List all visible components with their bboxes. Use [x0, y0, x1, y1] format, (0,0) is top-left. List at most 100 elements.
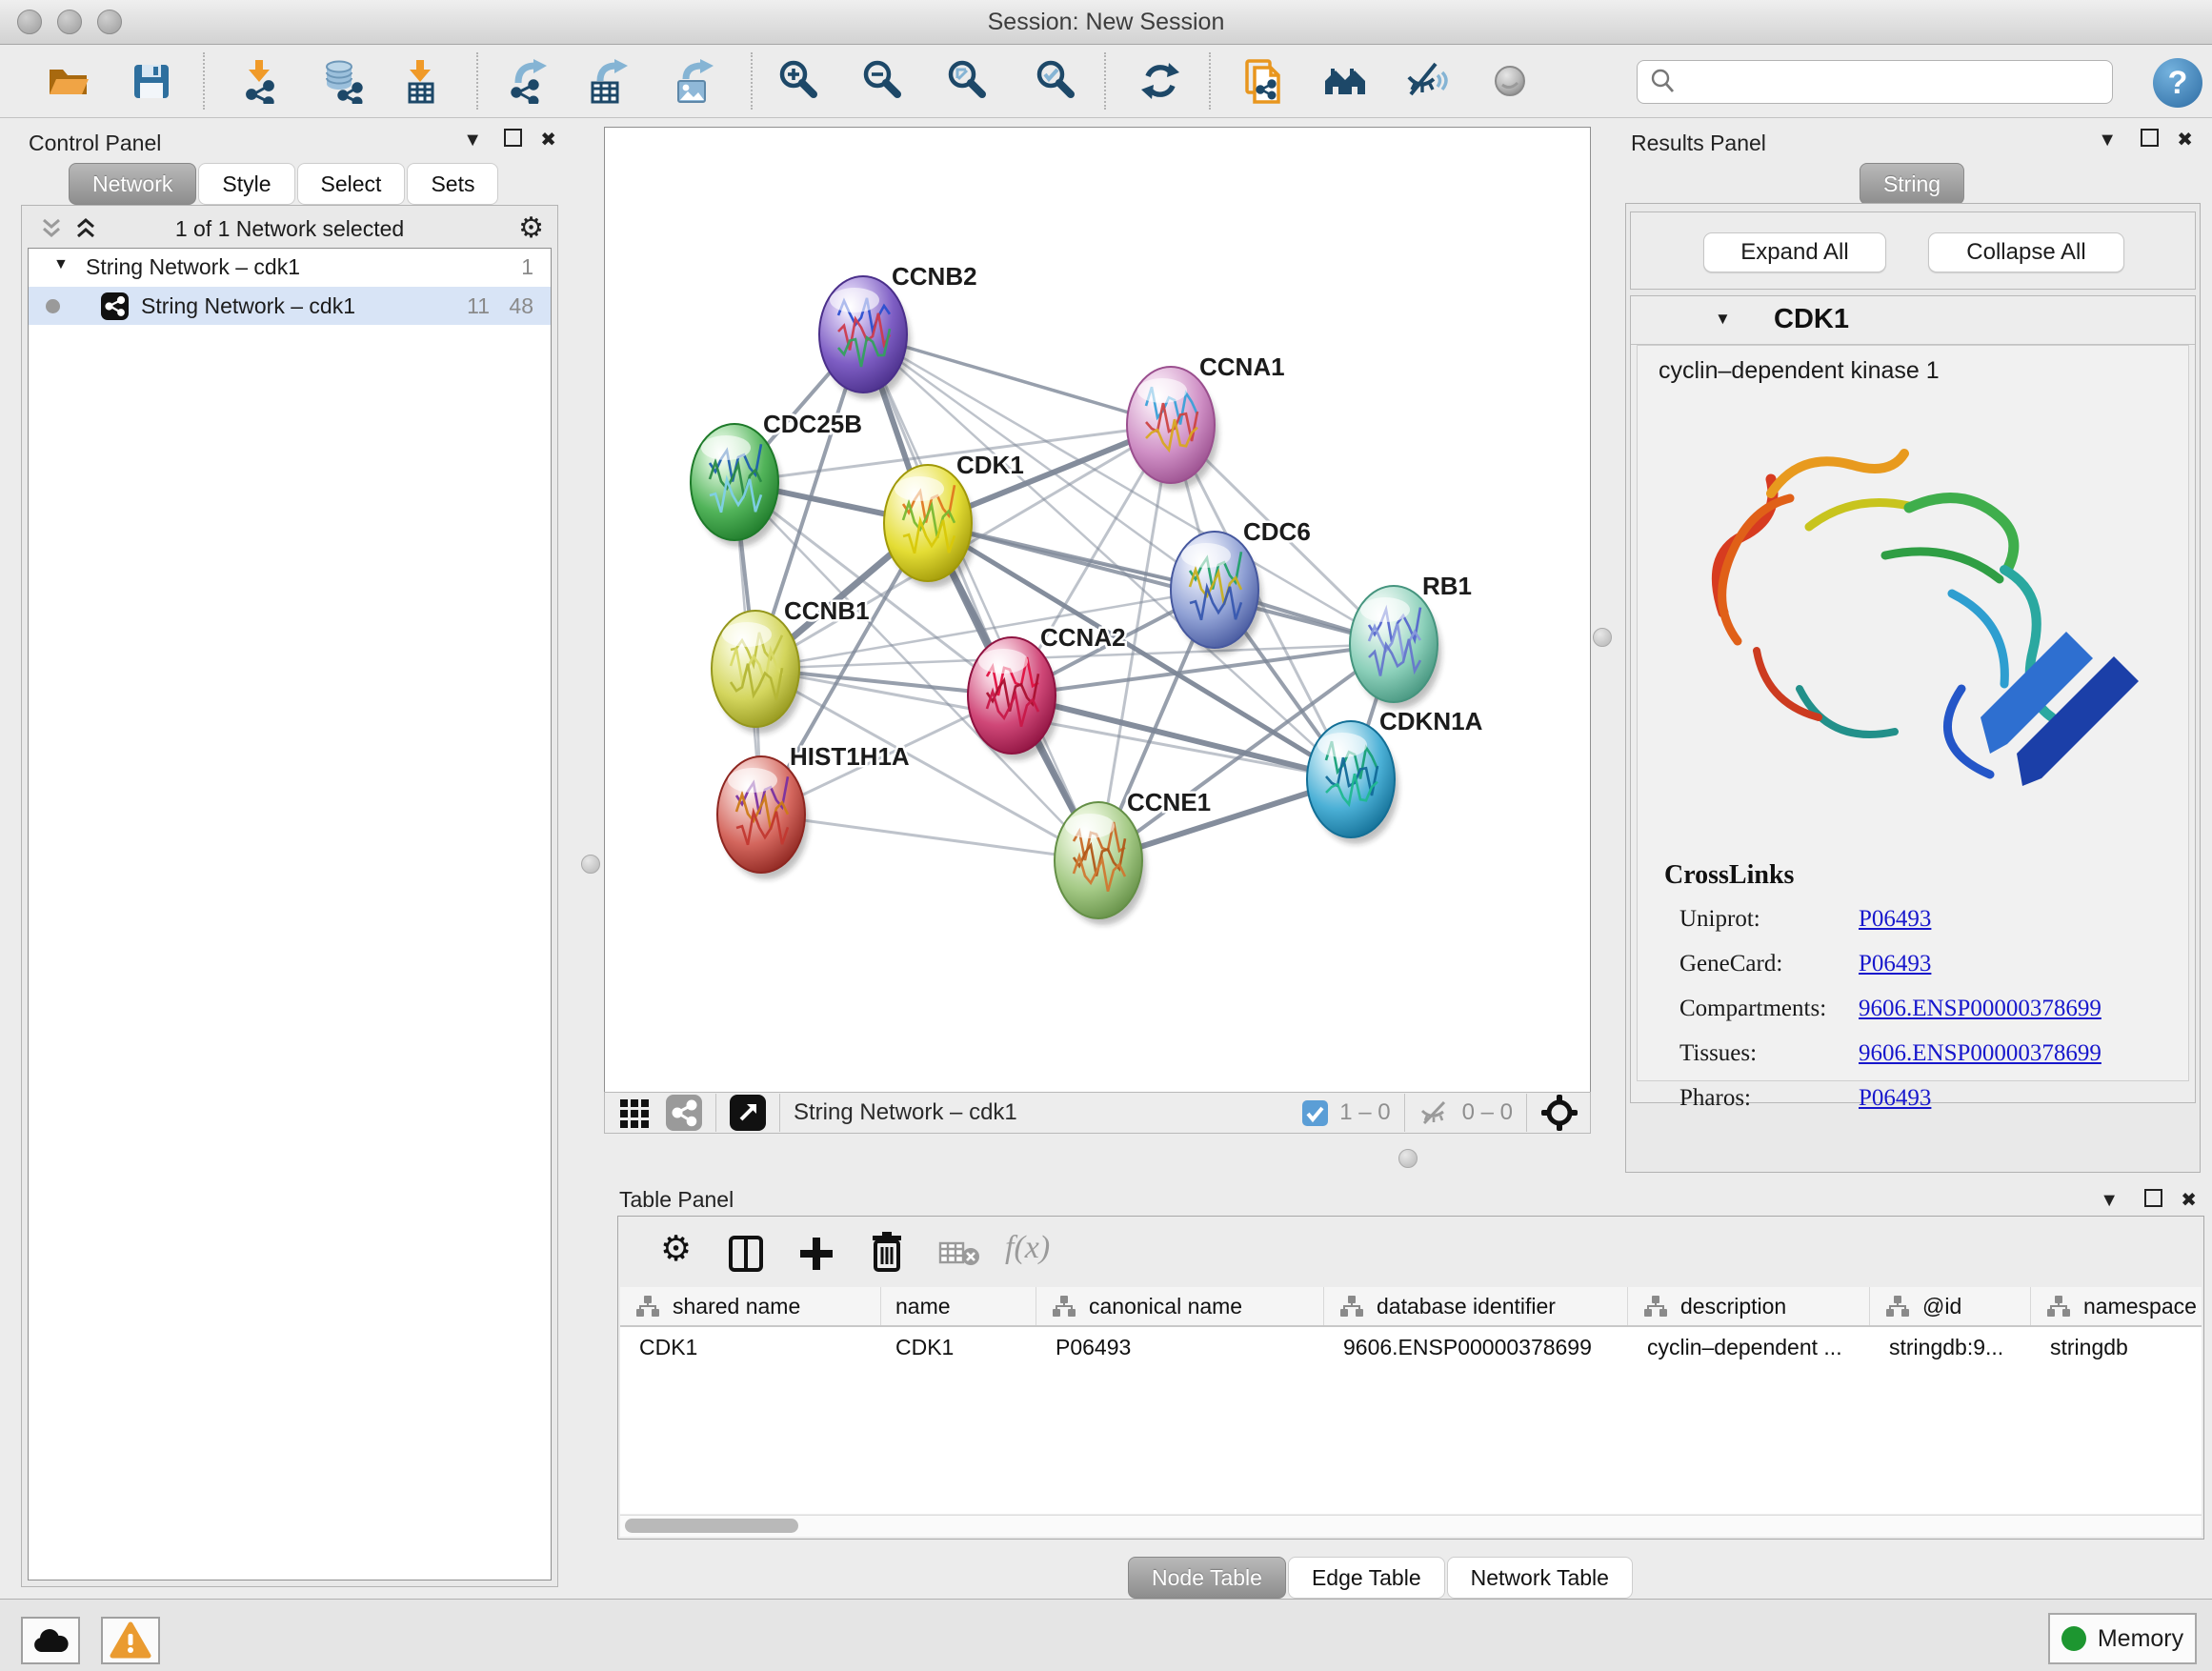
table-panel-title: Table Panel — [619, 1187, 734, 1213]
table-options-gear-icon[interactable]: ⚙ — [660, 1228, 692, 1269]
left-splitter-handle[interactable] — [581, 855, 600, 874]
delete-column-icon[interactable] — [866, 1230, 908, 1274]
column-header-name[interactable]: name — [881, 1287, 1036, 1325]
search-input[interactable] — [1679, 69, 2112, 95]
float-panel-icon[interactable]: ▼ — [463, 129, 482, 151]
refresh-icon[interactable] — [1137, 58, 1183, 104]
crosslink-value-link[interactable]: 9606.ENSP00000378699 — [1859, 996, 2101, 1040]
eye-disabled-icon[interactable] — [1487, 58, 1533, 104]
close-panel-icon[interactable]: ✖ — [2177, 129, 2193, 151]
network-view-share-icon[interactable] — [666, 1095, 702, 1131]
cloud-button[interactable] — [21, 1617, 80, 1664]
node-label: CDKN1A — [1379, 707, 1483, 735]
collapse-all-button[interactable]: Collapse All — [1928, 232, 2124, 272]
tab-node-table[interactable]: Node Table — [1128, 1557, 1286, 1599]
network-node-CDK1[interactable] — [884, 465, 975, 588]
export-table-icon[interactable] — [585, 58, 631, 104]
column-header-database-identifier[interactable]: database identifier — [1324, 1287, 1628, 1325]
network-node-CDC6[interactable] — [1171, 532, 1262, 654]
network-node-CCNA1[interactable] — [1127, 367, 1218, 490]
column-header-canonical-name[interactable]: canonical name — [1036, 1287, 1324, 1325]
save-session-icon[interactable] — [129, 58, 174, 104]
expand-all-button[interactable]: Expand All — [1703, 232, 1886, 272]
section-caret-icon[interactable]: ▼ — [1715, 310, 1731, 329]
memory-button[interactable]: Memory — [2048, 1613, 2197, 1664]
memory-status-dot-icon — [2061, 1626, 2086, 1651]
grid-view-icon[interactable] — [618, 1096, 653, 1130]
tab-network-table[interactable]: Network Table — [1447, 1557, 1633, 1599]
network-node-CCNA2[interactable] — [968, 637, 1059, 760]
table-horizontal-scrollbar[interactable] — [620, 1515, 2202, 1537]
tab-select[interactable]: Select — [297, 163, 406, 205]
help-icon[interactable]: ? — [2153, 58, 2202, 108]
tab-string[interactable]: String — [1860, 163, 1964, 205]
network-node-CCNE1[interactable] — [1055, 802, 1146, 925]
crosslink-value-link[interactable]: P06493 — [1859, 1085, 1931, 1130]
right-splitter-handle[interactable] — [1593, 628, 1612, 647]
close-panel-icon[interactable]: ✖ — [540, 129, 556, 151]
column-header-shared-name[interactable]: shared name — [620, 1287, 881, 1325]
string-app-icon[interactable] — [1240, 58, 1286, 104]
hide-panel-eye-icon[interactable] — [1403, 58, 1449, 104]
network-options-gear-icon[interactable]: ⚙ — [518, 211, 544, 245]
protein-structure-image — [1666, 403, 2181, 841]
network-node-HIST1H1A[interactable] — [717, 756, 809, 879]
warning-button[interactable] — [101, 1617, 160, 1664]
gene-section-header[interactable]: ▼ CDK1 — [1631, 296, 2195, 345]
network-row[interactable]: String Network – cdk1 11 48 — [29, 287, 551, 325]
network-edge[interactable] — [761, 815, 1098, 860]
network-edge[interactable] — [863, 334, 1098, 860]
gene-details: cyclin–dependent kinase 1 — [1637, 345, 2189, 1081]
crosslink-row: Compartments:9606.ENSP00000378699 — [1679, 996, 2179, 1040]
crosslink-value-link[interactable]: P06493 — [1859, 906, 1931, 951]
float-panel-icon[interactable]: ▼ — [2098, 129, 2117, 151]
node-label: CDC25B — [763, 410, 862, 438]
network-node-RB1[interactable] — [1350, 586, 1441, 709]
tab-style[interactable]: Style — [198, 163, 294, 205]
network-node-CCNB1[interactable] — [712, 611, 803, 734]
crosslink-label: Uniprot: — [1679, 906, 1859, 951]
scrollbar-thumb[interactable] — [625, 1519, 798, 1533]
horizontal-splitter-handle[interactable] — [1398, 1149, 1418, 1168]
network-canvas[interactable]: CCNB2CCNA1CDC25BCDK1CDC6RB1CCNB1CCNA2CDK… — [604, 127, 1591, 1093]
close-panel-icon[interactable]: ✖ — [2181, 1189, 2197, 1212]
float-panel-icon[interactable]: ▼ — [2100, 1189, 2119, 1212]
export-network-icon[interactable] — [505, 58, 551, 104]
zoom-in-icon[interactable] — [775, 58, 821, 104]
column-header--id[interactable]: @id — [1870, 1287, 2031, 1325]
import-table-file-icon[interactable] — [397, 58, 443, 104]
node-table: shared namenamecanonical namedatabase id… — [620, 1287, 2202, 1514]
network-tab-body: 1 of 1 Network selected ⚙ ▼ String Netwo… — [21, 205, 558, 1587]
search-box[interactable] — [1637, 60, 2113, 104]
export-image-icon[interactable] — [671, 58, 716, 104]
open-file-icon[interactable] — [46, 58, 91, 104]
table-tabs: Node TableEdge TableNetwork Table — [1128, 1557, 1635, 1599]
birdseye-crosshair-icon[interactable] — [1540, 1094, 1579, 1132]
import-network-database-icon[interactable] — [319, 58, 365, 104]
maximize-panel-icon[interactable] — [2144, 1189, 2162, 1213]
genemania-app-icon[interactable] — [1323, 58, 1369, 104]
zoom-selected-icon[interactable] — [1033, 58, 1078, 104]
maximize-panel-icon[interactable] — [2141, 129, 2159, 152]
selected-checkbox-icon[interactable] — [1302, 1100, 1328, 1126]
network-node-CCNB2[interactable] — [819, 276, 911, 399]
tab-network[interactable]: Network — [69, 163, 196, 205]
zoom-out-icon[interactable] — [859, 58, 905, 104]
tab-edge-table[interactable]: Edge Table — [1288, 1557, 1445, 1599]
crosslink-value-link[interactable]: P06493 — [1859, 951, 1931, 996]
add-column-icon[interactable] — [795, 1232, 837, 1274]
column-header-description[interactable]: description — [1628, 1287, 1870, 1325]
network-node-CDKN1A[interactable] — [1307, 721, 1398, 844]
network-collection-row[interactable]: ▼ String Network – cdk1 1 — [29, 249, 551, 287]
zoom-fit-icon[interactable] — [944, 58, 990, 104]
detach-view-icon[interactable] — [730, 1095, 766, 1131]
maximize-panel-icon[interactable] — [504, 129, 522, 152]
show-columns-icon[interactable] — [725, 1232, 767, 1274]
crosslink-row: Tissues:9606.ENSP00000378699 — [1679, 1040, 2179, 1085]
import-network-file-icon[interactable] — [236, 58, 282, 104]
table-row[interactable]: CDK1CDK1P064939606.ENSP00000378699cyclin… — [620, 1327, 2202, 1367]
collection-caret-icon[interactable]: ▼ — [53, 256, 69, 273]
column-header-namespace[interactable]: namespace — [2031, 1287, 2202, 1325]
tab-sets[interactable]: Sets — [407, 163, 498, 205]
crosslink-value-link[interactable]: 9606.ENSP00000378699 — [1859, 1040, 2101, 1085]
